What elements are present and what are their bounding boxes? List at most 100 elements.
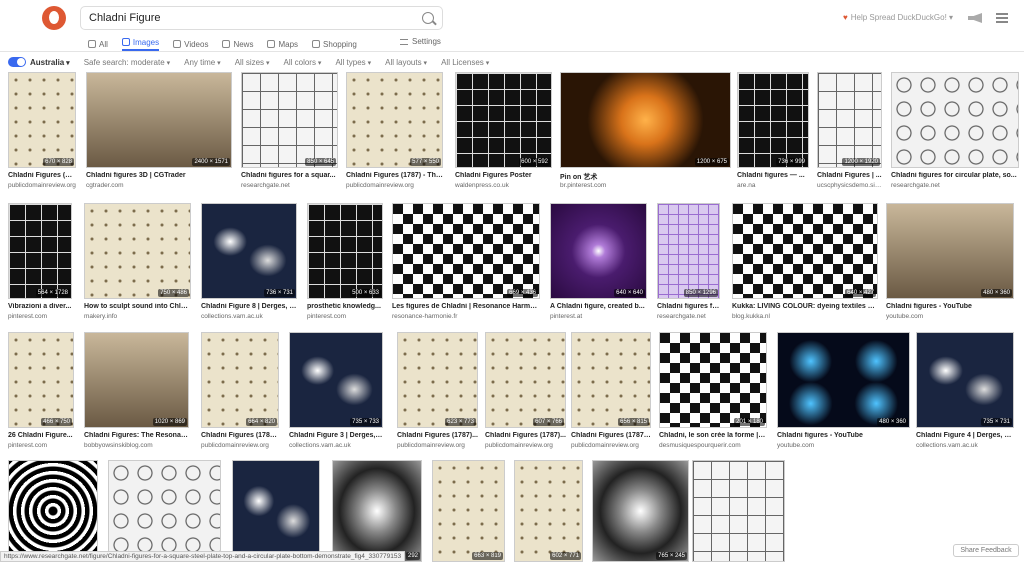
result-title[interactable]: Chladni Figures Poster [455, 172, 552, 179]
result-source[interactable]: publicdomainreview.org [397, 442, 478, 449]
search-box[interactable]: Chladni Figure [80, 6, 443, 30]
result-source[interactable]: pinterest.com [8, 313, 72, 320]
image-result[interactable] [232, 460, 320, 562]
result-thumbnail[interactable] [201, 203, 297, 299]
result-thumbnail[interactable] [241, 72, 338, 168]
result-thumbnail[interactable] [232, 460, 320, 562]
image-result[interactable]: Chladni figures for circular plate, so..… [891, 72, 1019, 198]
result-source[interactable]: researchgate.net [657, 313, 720, 320]
image-result[interactable]: 850 × 1296 Chladni figures fo... researchg… [657, 203, 720, 329]
region-toggle[interactable] [8, 57, 26, 67]
result-thumbnail[interactable] [732, 203, 878, 299]
image-result[interactable]: 1020 × 869 Chladni Figures: The Resonanc.… [84, 332, 189, 458]
layout-filter[interactable]: All layouts [385, 58, 427, 67]
result-thumbnail[interactable] [777, 332, 910, 428]
result-title[interactable]: Chladni figures fo... [657, 303, 720, 310]
result-source[interactable]: collections.vam.ac.uk [201, 313, 297, 320]
result-title[interactable]: Pin on 艺术 [560, 172, 731, 182]
result-source[interactable]: publicdomainreview.org [571, 442, 651, 449]
size-filter[interactable]: All sizes [235, 58, 270, 67]
settings-button[interactable]: Settings [400, 37, 441, 46]
result-thumbnail[interactable] [891, 72, 1019, 168]
result-source[interactable]: publicdomainreview.org [8, 182, 76, 189]
image-result[interactable]: 656 × 815 Chladni Figures (1787)... public… [571, 332, 651, 458]
search-icon[interactable] [422, 12, 434, 24]
result-title[interactable]: Chladni Figures (1787)... [485, 432, 566, 439]
result-title[interactable]: Chladni Figures (17... [8, 172, 76, 179]
image-result[interactable]: 669 × 436 Les figures de Chladni | Resona… [392, 203, 540, 329]
result-title[interactable]: Chladni Figures (1787)... [201, 432, 279, 439]
result-title[interactable]: Chladni figures - YouTube [777, 432, 910, 439]
image-result[interactable]: 602 × 771 [514, 460, 583, 562]
result-source[interactable]: makery.info [84, 313, 191, 320]
result-thumbnail[interactable] [886, 203, 1014, 299]
image-result[interactable] [8, 460, 98, 562]
result-title[interactable]: A Chladni figure, created b... [550, 303, 647, 310]
result-source[interactable]: publicdomainreview.org [346, 182, 443, 189]
result-source[interactable]: researchgate.net [241, 182, 338, 189]
result-title[interactable]: How to sculpt sound into Chlad... [84, 303, 191, 310]
image-result[interactable]: 480 × 360 Chladni figures - YouTube youtub… [886, 203, 1014, 329]
result-source[interactable]: researchgate.net [891, 182, 1019, 189]
result-title[interactable]: Chladni figures — ... [737, 172, 809, 179]
result-title[interactable]: Chladni Figures (1787)... [397, 432, 478, 439]
image-result[interactable]: 564 × 1728 Vibrazioni a diver... pinterest… [8, 203, 72, 329]
result-title[interactable]: Chladni Figures | ... [817, 172, 882, 179]
image-result[interactable] [692, 460, 785, 562]
result-title[interactable]: Chladni Figures: The Resonanc... [84, 432, 189, 439]
result-source[interactable]: bobbyowsinskiblog.com [84, 442, 189, 449]
result-title[interactable]: Chladni Figure 4 | Derges, S... [916, 432, 1014, 439]
result-thumbnail[interactable] [916, 332, 1014, 428]
result-thumbnail[interactable] [8, 203, 72, 299]
image-result[interactable]: 1200 × 675 Pin on 艺术 br.pinterest.com [560, 72, 731, 198]
image-result[interactable]: 1200 × 1920 Chladni Figures | ... ucscphys… [817, 72, 882, 198]
result-source[interactable]: youtube.com [886, 313, 1014, 320]
result-thumbnail[interactable] [289, 332, 383, 428]
result-title[interactable]: Chladni Figures (1787) - The ... [346, 172, 443, 179]
result-source[interactable]: ucscphysicsdemo.sit... [817, 182, 882, 189]
result-source[interactable]: resonance-harmonie.fr [392, 313, 540, 320]
image-result[interactable]: 850 × 645 Chladni figures for a squar... r… [241, 72, 338, 198]
result-thumbnail[interactable] [201, 332, 279, 428]
result-source[interactable]: pinterest.com [307, 313, 383, 320]
tab-news[interactable]: News [222, 37, 253, 51]
color-filter[interactable]: All colors [284, 58, 322, 67]
result-title[interactable]: Vibrazioni a diver... [8, 303, 72, 310]
image-result[interactable]: 735 × 731 Chladni Figure 4 | Derges, S...… [916, 332, 1014, 458]
result-title[interactable]: Chladni, le son crée la forme | D... [659, 432, 767, 439]
region-filter[interactable]: Australia [30, 58, 70, 67]
hamburger-menu-icon[interactable] [996, 13, 1008, 23]
image-result[interactable]: 664 × 820 Chladni Figures (1787)... public… [201, 332, 279, 458]
image-result[interactable]: 736 × 731 Chladni Figure 8 | Derges, S...… [201, 203, 297, 329]
result-title[interactable]: Chladni figures for a squar... [241, 172, 338, 179]
tab-videos[interactable]: Videos [173, 37, 208, 51]
spread-link[interactable]: ♥ Help Spread DuckDuckGo! ▾ [843, 13, 953, 22]
result-title[interactable]: Chladni Figure 3 | Derges, S... [289, 432, 383, 439]
tab-maps[interactable]: Maps [267, 37, 298, 51]
result-thumbnail[interactable] [737, 72, 809, 168]
image-result[interactable]: 670 × 828 Chladni Figures (17... publicdom… [8, 72, 76, 198]
tab-images[interactable]: Images [121, 37, 160, 51]
result-source[interactable]: blog.kukka.nl [732, 313, 878, 320]
image-result[interactable]: 480 × 360 Chladni figures - YouTube youtub… [777, 332, 910, 458]
image-result[interactable]: 640 × 640 A Chladni figure, created b... p… [550, 203, 647, 329]
image-result[interactable]: 736 × 999 Chladni figures — ... are.na [737, 72, 809, 198]
result-source[interactable]: br.pinterest.com [560, 182, 731, 189]
result-source[interactable]: desmusiquespourquerir.com [659, 442, 767, 449]
result-thumbnail[interactable] [659, 332, 767, 428]
megaphone-icon[interactable] [968, 13, 982, 23]
image-result[interactable]: 466 × 750 26 Chladni Figure... pinterest.c… [8, 332, 74, 458]
result-thumbnail[interactable] [332, 460, 422, 562]
result-source[interactable]: collections.vam.ac.uk [289, 442, 383, 449]
image-result[interactable]: 640 × 427 Kukka: LIVING COLOUR: dyeing te… [732, 203, 878, 329]
result-thumbnail[interactable] [108, 460, 221, 562]
result-thumbnail[interactable] [657, 203, 720, 299]
time-filter[interactable]: Any time [184, 58, 221, 67]
result-thumbnail[interactable] [8, 72, 76, 168]
safe-search-filter[interactable]: Safe search: moderate [84, 58, 170, 67]
image-result[interactable]: 600 × 592 Chladni Figures Poster waldenpre… [455, 72, 552, 198]
result-thumbnail[interactable] [485, 332, 566, 428]
result-thumbnail[interactable] [84, 203, 191, 299]
image-result[interactable]: 607 × 766 Chladni Figures (1787)... public… [485, 332, 566, 458]
image-result[interactable] [108, 460, 221, 562]
